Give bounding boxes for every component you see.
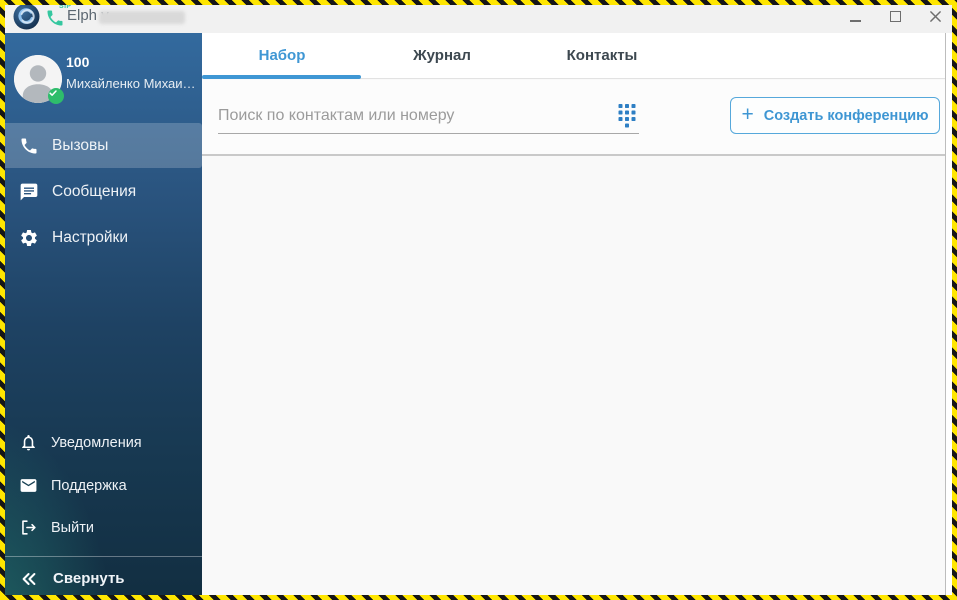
sidebar: 100 Михайленко Михаи… Вызовы Сообщения Н… xyxy=(0,33,202,600)
main-panel: Набор Журнал Контакты + Создать конферен xyxy=(202,33,946,600)
user-extension: 100 xyxy=(66,54,90,70)
sidebar-item-label: Настройки xyxy=(52,228,129,246)
sidebar-item-support[interactable]: Поддержка xyxy=(0,464,202,507)
avatar[interactable] xyxy=(14,55,64,104)
active-tab-indicator xyxy=(202,75,361,79)
search-input[interactable] xyxy=(218,107,617,125)
close-icon[interactable] xyxy=(927,9,943,25)
tab-contacts[interactable]: Контакты xyxy=(522,33,682,78)
redacted-version-blur xyxy=(99,11,185,24)
tab-dial[interactable]: Набор xyxy=(202,33,362,78)
plus-icon: + xyxy=(741,103,754,126)
bell-icon xyxy=(19,433,38,452)
sidebar-item-label: Сообщения xyxy=(52,182,137,200)
chat-icon xyxy=(19,182,39,202)
search-row: + Создать конференцию xyxy=(202,80,945,154)
sidebar-item-calls[interactable]: Вызовы xyxy=(0,123,202,168)
sidebar-item-label: Вызовы xyxy=(52,136,109,154)
dialpad-icon[interactable] xyxy=(617,103,637,129)
maximize-icon[interactable] xyxy=(887,9,903,25)
minimize-icon[interactable] xyxy=(847,9,863,25)
sidebar-item-messages[interactable]: Сообщения xyxy=(0,169,202,214)
sip-phone-icon xyxy=(45,8,65,28)
create-conference-button[interactable]: + Создать конференцию xyxy=(730,97,940,134)
titlebar: SIP Elph v. xyxy=(0,0,957,33)
sidebar-item-notifications[interactable]: Уведомления xyxy=(0,421,202,464)
sidebar-item-settings[interactable]: Настройки xyxy=(0,215,202,260)
tab-bar: Набор Журнал Контакты xyxy=(202,33,945,79)
collapse-label: Свернуть xyxy=(53,570,125,587)
tab-label: Журнал xyxy=(413,47,471,64)
sidebar-item-label: Уведомления xyxy=(51,434,142,451)
tab-label: Контакты xyxy=(566,47,638,64)
sidebar-item-logout[interactable]: Выйти xyxy=(0,506,202,549)
phone-icon xyxy=(19,136,39,156)
online-status-badge xyxy=(48,88,64,104)
empty-content-area xyxy=(202,156,945,600)
collapse-sidebar-button[interactable]: Свернуть xyxy=(0,557,202,600)
double-chevron-left-icon xyxy=(19,569,39,589)
window-controls xyxy=(847,0,943,33)
tab-label: Набор xyxy=(258,47,306,64)
gear-icon xyxy=(19,228,39,248)
app-logo-swirl-icon xyxy=(13,3,40,30)
create-conference-label: Создать конференцию xyxy=(763,107,929,124)
tab-journal[interactable]: Журнал xyxy=(362,33,522,78)
search-field xyxy=(218,99,639,134)
sidebar-item-label: Поддержка xyxy=(51,477,127,494)
sidebar-item-label: Выйти xyxy=(51,519,94,536)
user-name: Михайленко Михаи… xyxy=(66,76,196,91)
logout-icon xyxy=(19,518,38,537)
envelope-icon xyxy=(19,476,38,495)
